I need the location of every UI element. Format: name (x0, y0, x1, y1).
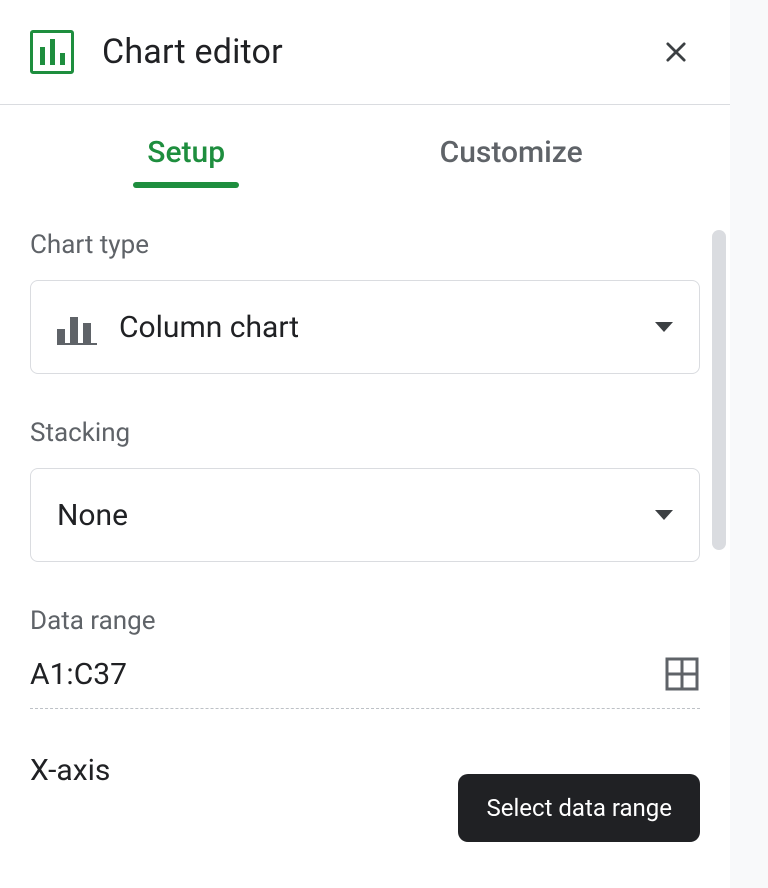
chart-type-label: Chart type (30, 230, 700, 260)
tooltip-select-data-range: Select data range (458, 774, 700, 842)
stacking-select[interactable]: None (30, 468, 700, 562)
tab-setup[interactable]: Setup (147, 135, 225, 182)
panel-title: Chart editor (102, 32, 283, 72)
chart-type-value: Column chart (119, 310, 299, 345)
column-chart-icon (57, 309, 97, 345)
chevron-down-icon (655, 510, 673, 520)
data-range-value: A1:C37 (30, 657, 664, 692)
data-range-label: Data range (30, 606, 700, 636)
panel-header: Chart editor (0, 0, 730, 104)
tab-bar: Setup Customize (0, 105, 730, 182)
tab-customize[interactable]: Customize (440, 135, 583, 182)
chart-type-select[interactable]: Column chart (30, 280, 700, 374)
stacking-value: None (57, 498, 128, 533)
close-button[interactable] (652, 28, 700, 76)
select-data-range-button[interactable] (664, 656, 700, 692)
close-icon (662, 38, 690, 66)
stacking-label: Stacking (30, 418, 700, 448)
data-range-field[interactable]: A1:C37 (30, 656, 700, 709)
chevron-down-icon (655, 322, 673, 332)
setup-content: Chart type Column chart Stacking None Da… (0, 182, 730, 788)
chart-editor-icon (30, 30, 74, 74)
scrollbar-thumb[interactable] (712, 230, 726, 550)
outer-gutter (730, 0, 768, 888)
